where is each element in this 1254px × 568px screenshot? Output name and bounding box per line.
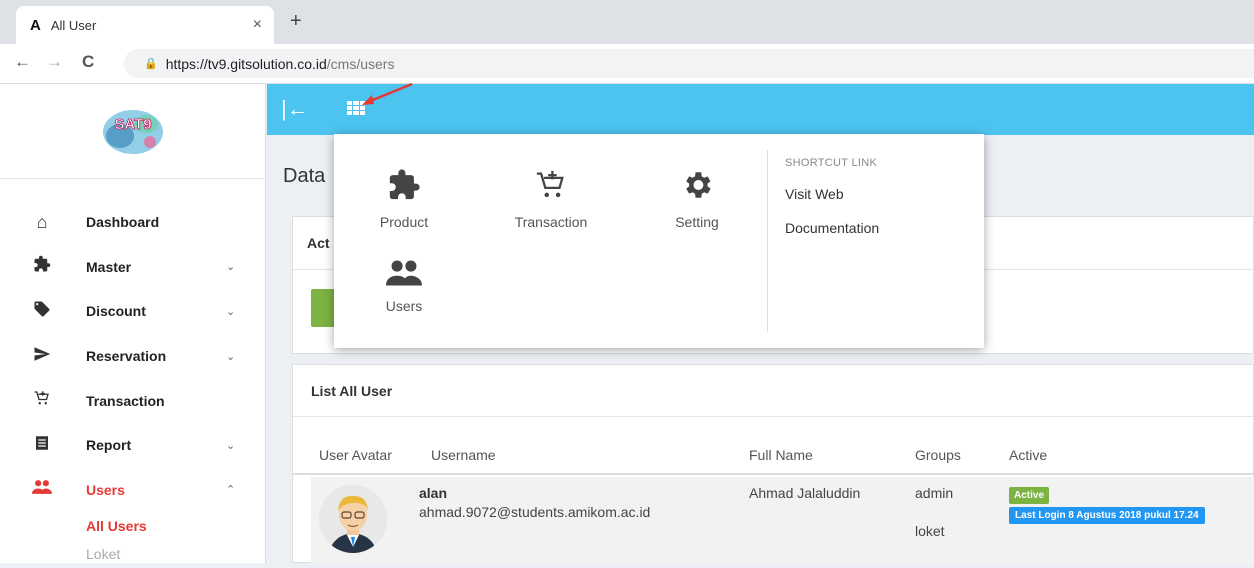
app-label: Transaction	[514, 214, 588, 230]
sidebar-item-label: Report	[86, 437, 132, 454]
page-title: Data	[283, 165, 326, 187]
chevron-down-icon: ⌄	[226, 261, 236, 274]
reload-icon[interactable]: C	[82, 52, 94, 72]
gear-icon	[652, 168, 742, 208]
sidebar-item-discount[interactable]: Discount ⌄	[0, 289, 266, 334]
top-navbar: |←	[267, 84, 1254, 135]
browser-tab[interactable]: A All User ×	[16, 6, 274, 44]
url-path: /cms/users	[326, 55, 395, 72]
chevron-down-icon: ⌄	[226, 350, 236, 363]
url-host: https://tv9.gitsolution.co.id	[165, 55, 327, 72]
logo-area: SAT9	[0, 84, 265, 179]
app-product[interactable]: Product	[359, 168, 449, 230]
shortcut-documentation[interactable]: Documentation	[785, 220, 879, 236]
send-icon	[30, 345, 54, 368]
table-row[interactable]: alan ahmad.9072@students.amikom.ac.id Ah…	[311, 477, 1254, 564]
list-box-title: List All User	[293, 365, 1253, 417]
url-input[interactable]: 🔒 https://tv9.gitsolution.co.id/cms/user…	[124, 49, 1254, 78]
shortcut-title: SHORTCUT LINK	[785, 157, 878, 169]
lock-icon: 🔒	[144, 58, 158, 70]
avatar	[319, 485, 387, 553]
user-list-box: List All User User Avatar Username Full …	[292, 364, 1254, 564]
tag-icon	[30, 300, 54, 323]
sidebar-item-label: Discount	[86, 303, 146, 320]
cart-icon	[30, 389, 54, 412]
report-icon	[30, 434, 54, 457]
red-arrow-annotation	[362, 82, 413, 105]
sidebar: SAT9 ⌂ Dashboard Master ⌄ Discount ⌄ Res…	[0, 84, 266, 563]
status-badge: Active	[1009, 487, 1050, 504]
sidebar-item-dashboard[interactable]: ⌂ Dashboard	[0, 200, 266, 245]
sidebar-item-reservation[interactable]: Reservation ⌄	[0, 334, 266, 379]
cart-icon	[506, 168, 596, 208]
sidebar-item-users[interactable]: Users ⌃	[0, 468, 266, 513]
chevron-down-icon: ⌄	[226, 439, 236, 452]
row-username: alan	[419, 485, 448, 501]
apps-dropdown: Product Transaction Setting Users SHORTC…	[334, 134, 984, 348]
col-active[interactable]: Active	[1009, 447, 1047, 463]
sidebar-item-report[interactable]: Report ⌄	[0, 423, 266, 468]
back-icon[interactable]: ←	[14, 52, 31, 72]
last-login-badge: Last Login 8 Agustus 2018 pukul 17.24	[1009, 507, 1205, 524]
sidebar-item-master[interactable]: Master ⌄	[0, 245, 266, 290]
app-label: Product	[379, 214, 429, 230]
collapse-sidebar-icon[interactable]: |←	[281, 96, 309, 122]
tab-title: All User	[50, 17, 97, 33]
puzzle-icon	[30, 255, 54, 278]
address-bar: ← → C 🔒 https://tv9.gitsolution.co.id/cm…	[0, 44, 1254, 84]
col-username[interactable]: Username	[431, 447, 496, 463]
sidebar-item-transaction[interactable]: Transaction	[0, 378, 266, 423]
sidebar-menu: ⌂ Dashboard Master ⌄ Discount ⌄ Reservat…	[0, 200, 266, 568]
col-groups[interactable]: Groups	[915, 447, 961, 463]
app-transaction[interactable]: Transaction	[506, 168, 596, 230]
sidebar-item-label: Users	[86, 481, 125, 498]
sidebar-item-label: Reservation	[86, 348, 167, 365]
shortcut-visit-web[interactable]: Visit Web	[785, 186, 844, 202]
sidebar-item-label: Transaction	[86, 392, 165, 409]
users-icon	[359, 252, 449, 292]
sidebar-subitem-all-users[interactable]: All Users	[0, 512, 266, 540]
table-header: User Avatar Username Full Name Groups Ac…	[293, 441, 1254, 475]
new-tab-button[interactable]: +	[290, 10, 302, 33]
users-icon	[30, 478, 54, 501]
sidebar-item-label: Master	[86, 258, 132, 275]
row-group: loket	[915, 523, 945, 539]
sidebar-subitem-loket[interactable]: Loket	[0, 540, 266, 568]
app-setting[interactable]: Setting	[652, 168, 742, 230]
favicon-icon: A	[30, 16, 41, 34]
app-users[interactable]: Users	[359, 252, 449, 314]
tab-close-icon[interactable]: ×	[253, 16, 262, 34]
puzzle-icon	[359, 168, 449, 208]
col-full-name[interactable]: Full Name	[749, 447, 813, 463]
home-icon: ⌂	[36, 211, 48, 232]
svg-text:SAT9: SAT9	[114, 116, 151, 133]
row-group: admin	[915, 485, 954, 501]
dropdown-divider	[767, 150, 768, 332]
chevron-up-icon: ⌃	[226, 484, 236, 497]
row-email: ahmad.9072@students.amikom.ac.id	[419, 504, 651, 520]
chevron-down-icon: ⌄	[226, 305, 236, 318]
browser-tab-bar: A All User × +	[0, 0, 1254, 44]
row-full-name: Ahmad Jalaluddin	[749, 485, 861, 501]
forward-icon[interactable]: →	[46, 52, 63, 72]
sat9-logo[interactable]: SAT9	[98, 102, 168, 160]
col-user-avatar[interactable]: User Avatar	[319, 447, 392, 463]
app-label: Users	[385, 298, 423, 314]
app-label: Setting	[675, 214, 719, 230]
sidebar-item-label: Dashboard	[86, 214, 160, 231]
